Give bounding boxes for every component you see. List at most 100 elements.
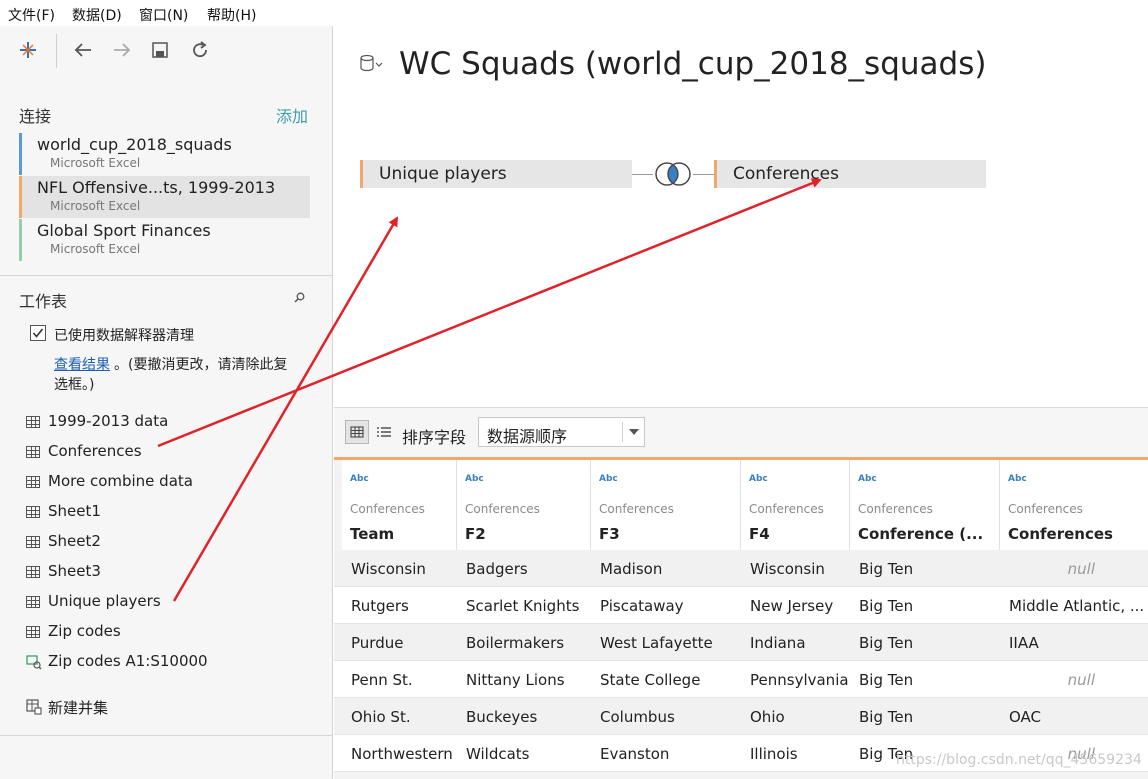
table-cell[interactable]: Penn St. <box>351 671 456 689</box>
table-cell[interactable]: Illinois <box>750 745 849 763</box>
join-table-right[interactable]: Conferences <box>714 160 986 188</box>
view-results-link[interactable]: 查看结果 <box>54 354 110 374</box>
table-cell[interactable]: Big Ten <box>859 634 999 652</box>
table-cell[interactable]: Big Ten <box>859 708 999 726</box>
sheet-item-1999-2013-data[interactable]: 1999-2013 data <box>26 412 316 438</box>
table-cell[interactable]: Purdue <box>351 634 456 652</box>
column-header-team[interactable]: Abc Conferences Team <box>342 460 457 550</box>
column-header-conferences[interactable]: Abc Conferences Conferences <box>1000 460 1148 550</box>
table-row: Ohio St. Buckeyes Columbus Ohio Big Ten OAC <box>334 698 1148 735</box>
table-grid-icon <box>26 416 40 428</box>
string-type-icon[interactable]: Abc <box>465 474 484 484</box>
interpreter-note-line1: 。(要撤消更改，请清除此复 <box>114 357 288 373</box>
table-cell[interactable]: Big Ten <box>859 597 999 615</box>
table-cell[interactable]: null <box>1009 671 1143 689</box>
table-cell[interactable]: Indiana <box>750 634 849 652</box>
table-cell[interactable]: Buckeyes <box>466 708 590 726</box>
table-grid-icon <box>26 446 40 458</box>
table-cell[interactable]: Pennsylvania <box>750 671 849 689</box>
menu-bar: 文件(F) 数据(D) 窗口(N) 帮助(H) <box>0 0 1148 26</box>
table-cell[interactable]: Piscataway <box>600 597 740 615</box>
menu-window[interactable]: 窗口(N) <box>139 5 188 25</box>
table-cell[interactable]: Ohio St. <box>351 708 456 726</box>
interpreter-note-line2: 选框。) <box>54 377 95 393</box>
table-cell[interactable]: Boilermakers <box>466 634 590 652</box>
string-type-icon[interactable]: Abc <box>350 474 369 484</box>
table-cell[interactable]: Northwestern <box>351 745 456 763</box>
table-grid-icon <box>26 536 40 548</box>
table-cell[interactable]: Big Ten <box>859 560 999 578</box>
menu-help[interactable]: 帮助(H) <box>207 5 256 25</box>
table-cell[interactable]: Columbus <box>600 708 740 726</box>
sheet-item-sheet2[interactable]: Sheet2 <box>26 532 316 558</box>
datasource-title[interactable]: WC Squads (world_cup_2018_squads) <box>399 46 986 82</box>
table-cell[interactable]: Badgers <box>466 560 590 578</box>
table-cell[interactable]: Evanston <box>600 745 740 763</box>
connection-item-global-sport[interactable]: Global Sport Finances Microsoft Excel <box>19 219 310 261</box>
table-cell[interactable]: null <box>1009 560 1143 578</box>
column-field: F2 <box>465 525 486 543</box>
table-grid-icon <box>26 596 40 608</box>
section-divider <box>0 735 332 736</box>
connection-item-world-cup[interactable]: world_cup_2018_squads Microsoft Excel <box>19 133 310 175</box>
sheet-item-sheet1[interactable]: Sheet1 <box>26 502 316 528</box>
refresh-icon[interactable] <box>191 41 209 59</box>
check-icon <box>32 328 44 338</box>
list-view-icon[interactable] <box>376 425 392 441</box>
table-cell[interactable]: Wildcats <box>466 745 590 763</box>
sheet-item-zip-codes[interactable]: Zip codes <box>26 622 316 648</box>
connection-type: Microsoft Excel <box>50 242 141 256</box>
column-header-f4[interactable]: Abc Conferences F4 <box>741 460 850 550</box>
sheet-item-more-combine-data[interactable]: More combine data <box>26 472 316 498</box>
back-arrow-icon[interactable] <box>74 42 92 58</box>
table-cell[interactable]: West Lafayette <box>600 634 740 652</box>
string-type-icon[interactable]: Abc <box>858 474 877 484</box>
connection-item-nfl[interactable]: NFL Offensive...ts, 1999-2013 Microsoft … <box>19 176 310 218</box>
table-cell[interactable]: Madison <box>600 560 740 578</box>
table-grid-icon <box>26 506 40 518</box>
string-type-icon[interactable]: Abc <box>599 474 618 484</box>
forward-arrow-icon[interactable] <box>113 42 131 58</box>
sheet-item-zip-codes-range[interactable]: Zip codes A1:S10000 <box>26 652 316 678</box>
menu-data[interactable]: 数据(D) <box>72 5 122 25</box>
sort-field-label: 排序字段 <box>402 428 467 447</box>
table-cell[interactable]: New Jersey <box>750 597 849 615</box>
tableau-logo-icon[interactable] <box>19 41 37 59</box>
inner-join-icon[interactable] <box>653 161 693 187</box>
table-row: Wisconsin Badgers Madison Wisconsin Big Ten n… <box>334 550 1148 587</box>
table-cell[interactable]: IIAA <box>1009 634 1143 652</box>
grid-view-button[interactable] <box>345 420 369 444</box>
table-grid-icon <box>26 626 40 638</box>
chevron-down-icon <box>629 429 639 435</box>
string-type-icon[interactable]: Abc <box>1008 474 1027 484</box>
column-header-f2[interactable]: Abc Conferences F2 <box>457 460 591 550</box>
datasource-icon[interactable] <box>360 54 384 74</box>
add-connection-link[interactable]: 添加 <box>276 103 308 127</box>
column-header-f3[interactable]: Abc Conferences F3 <box>591 460 741 550</box>
sort-field-dropdown[interactable]: 数据源顺序 <box>478 417 645 447</box>
table-cell[interactable]: OAC <box>1009 708 1143 726</box>
table-cell[interactable]: Big Ten <box>859 671 999 689</box>
sheet-item-sheet3[interactable]: Sheet3 <box>26 562 316 588</box>
string-type-icon[interactable]: Abc <box>749 474 768 484</box>
table-cell[interactable]: Ohio <box>750 708 849 726</box>
column-source: Conferences <box>599 502 674 516</box>
table-cell[interactable]: Wisconsin <box>750 560 849 578</box>
table-cell[interactable]: State College <box>600 671 740 689</box>
table-cell[interactable]: Rutgers <box>351 597 456 615</box>
join-table-left[interactable]: Unique players <box>360 160 632 188</box>
watermark: https://blog.csdn.net/qq_45659234 <box>896 752 1142 768</box>
column-field: F3 <box>599 525 620 543</box>
column-header-conference-div[interactable]: Abc Conferences Conference (... <box>850 460 1000 550</box>
table-cell[interactable]: Nittany Lions <box>466 671 590 689</box>
menu-file[interactable]: 文件(F) <box>8 5 55 25</box>
sheet-item-unique-players[interactable]: Unique players <box>26 592 316 618</box>
table-cell[interactable]: Wisconsin <box>351 560 456 578</box>
search-icon[interactable] <box>294 292 305 303</box>
new-union-button[interactable]: 新建并集 <box>26 697 316 723</box>
table-cell[interactable]: Scarlet Knights <box>466 597 590 615</box>
interpreter-checkbox[interactable] <box>30 325 46 341</box>
sheet-item-conferences[interactable]: Conferences <box>26 442 316 468</box>
table-cell[interactable]: Middle Atlantic, ... <box>1009 597 1143 615</box>
save-icon[interactable] <box>152 42 168 58</box>
